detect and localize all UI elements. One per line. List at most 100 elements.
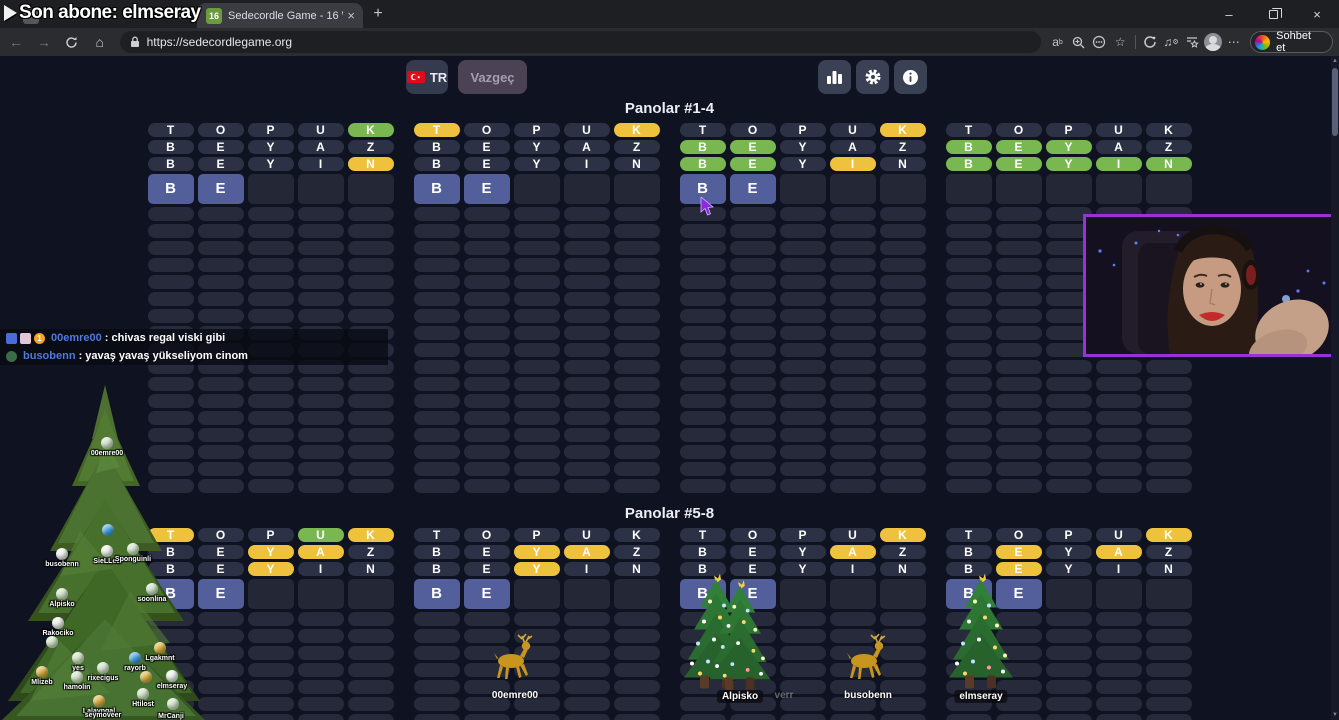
home-button[interactable]: ⌂ (88, 31, 112, 53)
give-up-button[interactable]: Vazgeç (458, 60, 527, 94)
letter-cell (413, 612, 460, 626)
letter-cell (679, 377, 726, 391)
minimize-button[interactable]: – (1207, 0, 1251, 28)
letter-cell (513, 292, 560, 306)
empty-row (679, 241, 926, 255)
zoom-in-icon[interactable] (1068, 31, 1089, 53)
forward-button[interactable]: → (32, 31, 56, 53)
letter-cell (297, 714, 344, 720)
letter-cell (829, 394, 876, 408)
info-icon (903, 69, 918, 85)
ornament-ball (140, 671, 152, 683)
letter-cell: B (413, 157, 460, 171)
letter-cell (779, 343, 826, 357)
letter-cell (1045, 714, 1092, 720)
letter-cell (945, 714, 992, 720)
settings-button[interactable] (856, 60, 889, 94)
letter-cell (197, 258, 244, 272)
profile-avatar[interactable] (1202, 31, 1223, 53)
extensions-icon[interactable] (1140, 31, 1161, 53)
letter-cell (613, 663, 660, 677)
more-menu-icon[interactable]: ⋯ (1223, 31, 1244, 53)
letter-cell (729, 326, 776, 340)
address-bar[interactable]: https://sedecordlegame.org (119, 31, 1042, 53)
ornament-ball (137, 688, 149, 700)
letter-cell: P (247, 528, 294, 542)
letter-cell (945, 258, 992, 272)
letter-cell (1145, 697, 1192, 711)
info-button[interactable] (894, 60, 927, 94)
tab-title: Sedecordle Game - 16 Words Wor (228, 9, 343, 22)
guess-row: TOPUK (945, 528, 1192, 542)
empty-row (945, 462, 1192, 476)
letter-cell (995, 411, 1042, 425)
letter-cell (247, 479, 294, 493)
letter-cell (995, 462, 1042, 476)
media-controls-icon[interactable]: ♫ ⚙ (1161, 31, 1182, 53)
letter-cell (779, 629, 826, 643)
letter-cell: T (413, 528, 460, 542)
scroll-down-arrow[interactable]: ▼ (1331, 712, 1339, 718)
browser-tab-background[interactable]: × (14, 3, 194, 28)
letter-cell (945, 428, 992, 442)
letter-cell (1095, 428, 1142, 442)
translate-icon[interactable]: ab (1047, 31, 1068, 53)
new-tab-button[interactable]: + (368, 5, 388, 23)
letter-cell (297, 479, 344, 493)
letter-cell (413, 343, 460, 357)
ornament-ball (72, 652, 84, 664)
close-button[interactable]: × (1295, 0, 1339, 28)
empty-row (945, 360, 1192, 374)
letter-cell: T (679, 528, 726, 542)
guess-row: TOPUK (679, 123, 926, 137)
letter-cell (347, 275, 394, 289)
letter-cell (1045, 411, 1092, 425)
letter-cell (779, 462, 826, 476)
refresh-button[interactable] (60, 31, 84, 53)
back-button[interactable]: ← (4, 31, 28, 53)
browser-tab-active[interactable]: 16 Sedecordle Game - 16 Words Wor × (197, 3, 363, 28)
ornament-ball (36, 666, 48, 678)
scroll-up-arrow[interactable]: ▲ (1331, 58, 1339, 64)
letter-cell (779, 428, 826, 442)
stats-button[interactable] (818, 60, 851, 94)
page-scrollbar[interactable]: ▲ ▼ (1331, 56, 1339, 720)
tab-groups-icon[interactable] (1089, 31, 1110, 53)
letter-cell: Y (779, 562, 826, 576)
chat-username: busobenn (23, 350, 76, 362)
letter-cell: A (829, 140, 876, 154)
letter-cell (679, 326, 726, 340)
letter-cell (147, 241, 194, 255)
letter-cell (779, 663, 826, 677)
letter-cell (1095, 663, 1142, 677)
tab-close-icon[interactable]: × (343, 8, 363, 23)
guess-row: BEYIN (679, 157, 926, 171)
letter-cell (1045, 629, 1092, 643)
letter-cell (463, 714, 510, 720)
letter-cell (297, 646, 344, 660)
letter-cell (779, 411, 826, 425)
tab-close-icon[interactable]: × (174, 8, 194, 23)
current-cell (513, 174, 560, 204)
guess-row: TOPUK (413, 123, 660, 137)
maximize-button[interactable] (1251, 0, 1295, 28)
letter-cell (779, 646, 826, 660)
letter-cell (613, 326, 660, 340)
guess-row: BEYIN (147, 157, 394, 171)
letter-cell: B (679, 545, 726, 559)
language-button[interactable]: TR (406, 60, 448, 94)
letter-cell (945, 207, 992, 221)
collections-icon[interactable] (1182, 31, 1203, 53)
current-cell (247, 174, 294, 204)
letter-cell: B (413, 140, 460, 154)
letter-cell (563, 663, 610, 677)
letter-cell (679, 360, 726, 374)
copilot-chat-button[interactable]: Sohbet et (1250, 30, 1333, 54)
current-cell (563, 579, 610, 609)
letter-cell: P (1045, 528, 1092, 542)
favorites-star-icon[interactable]: ☆ (1110, 31, 1131, 53)
letter-cell (297, 292, 344, 306)
letter-cell: P (1045, 123, 1092, 137)
scrollbar-thumb[interactable] (1332, 68, 1338, 136)
letter-cell (247, 663, 294, 677)
